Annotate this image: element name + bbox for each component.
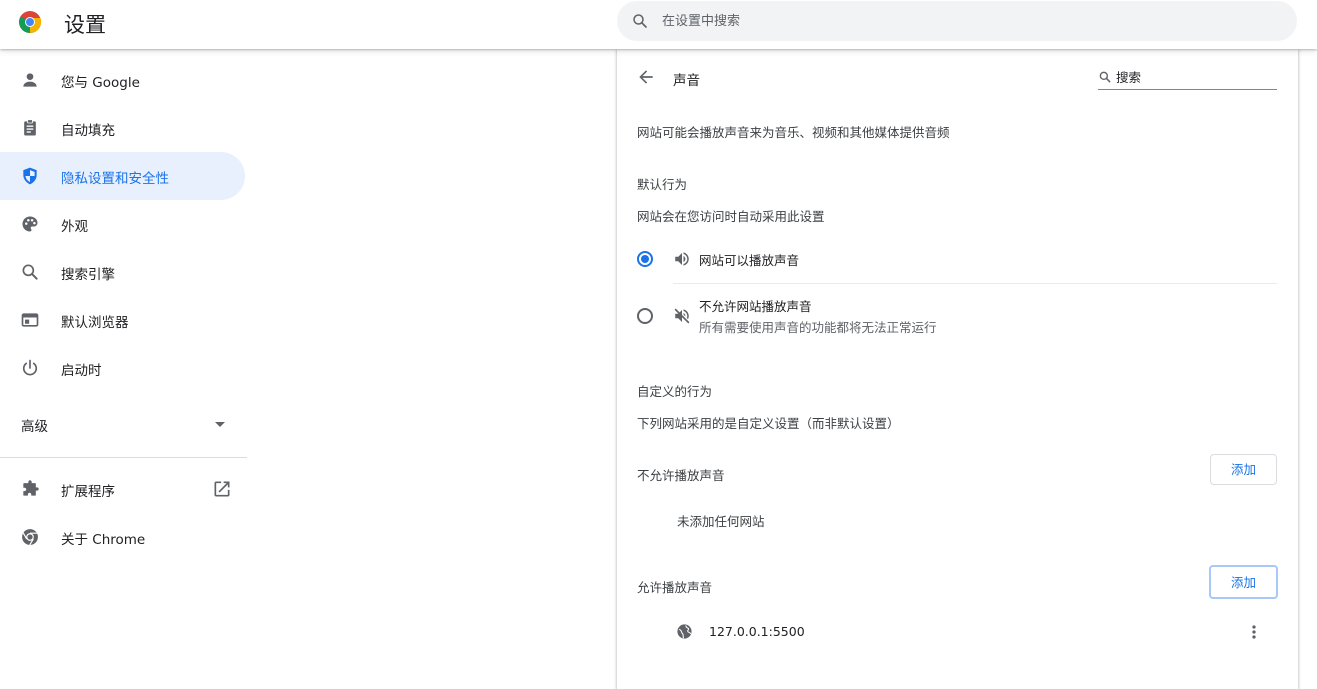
search-icon — [1099, 71, 1111, 83]
search-icon — [22, 264, 38, 280]
palette-icon — [22, 216, 38, 232]
add-blocked-site-button[interactable]: 添加 — [1210, 454, 1277, 485]
sidebar-item-label: 自动填充 — [61, 123, 115, 139]
sidebar-item-label: 默认浏览器 — [61, 315, 129, 331]
blocked-sites-heading: 不允许播放声音 — [637, 468, 725, 483]
browser-window-icon — [21, 313, 39, 327]
sidebar-item-label: 关于 Chrome — [61, 532, 146, 548]
sidebar-item-appearance[interactable]: 外观 — [0, 200, 245, 248]
sidebar-item-autofill[interactable]: 自动填充 — [0, 104, 245, 152]
page-title: 声音 — [673, 73, 700, 89]
sound-search[interactable] — [1098, 66, 1277, 90]
puzzle-icon — [23, 480, 39, 496]
sidebar-item-on-startup[interactable]: 启动时 — [0, 344, 245, 392]
power-icon — [22, 359, 38, 376]
sidebar-item-label: 外观 — [61, 219, 88, 235]
search-icon — [633, 14, 647, 28]
option-block-label[interactable]: 不允许网站播放声音 — [699, 296, 812, 315]
app-title: 设置 — [64, 13, 106, 37]
radio-allow-sound[interactable] — [637, 251, 653, 267]
person-icon — [23, 73, 37, 87]
volume-off-icon — [674, 308, 690, 324]
sidebar-item-you-and-google[interactable]: 您与 Google — [0, 56, 245, 104]
sound-search-input[interactable] — [1116, 66, 1276, 88]
clipboard-icon — [24, 119, 36, 136]
shield-icon — [23, 167, 37, 185]
caret-down-icon — [215, 422, 225, 427]
back-arrow-icon[interactable] — [636, 67, 656, 87]
settings-search-input[interactable] — [662, 1, 1262, 41]
allowed-sites-heading: 允许播放声音 — [637, 580, 713, 595]
sound-settings-card: 声音 网站可能会播放声音来为音乐、视频和其他媒体提供音频 默认行为 网站会在您访… — [617, 49, 1298, 689]
sidebar-item-default-browser[interactable]: 默认浏览器 — [0, 296, 245, 344]
sidebar-item-label: 搜索引擎 — [61, 267, 115, 283]
sidebar-item-label: 启动时 — [61, 363, 102, 379]
settings-search[interactable] — [617, 1, 1297, 41]
option-allow-label[interactable]: 网站可以播放声音 — [699, 250, 799, 269]
advanced-label: 高级 — [21, 419, 48, 435]
custom-behavior-desc: 下列网站采用的是自定义设置（而非默认设置） — [637, 416, 900, 431]
open-in-new-icon[interactable] — [212, 479, 232, 499]
radio-block-sound[interactable] — [637, 308, 653, 324]
chrome-logo-icon — [19, 11, 42, 34]
top-bar: 设置 — [0, 0, 1317, 49]
custom-behavior-heading: 自定义的行为 — [637, 384, 713, 399]
option-block-desc: 所有需要使用声音的功能都将无法正常运行 — [699, 320, 937, 335]
default-behavior-heading: 默认行为 — [637, 177, 688, 192]
blocked-sites-empty: 未添加任何网站 — [677, 514, 765, 529]
sidebar-item-privacy-security[interactable]: 隐私设置和安全性 — [0, 152, 245, 200]
sidebar-item-about-chrome[interactable]: 关于 Chrome — [0, 513, 245, 561]
sidebar-item-label: 扩展程序 — [61, 484, 115, 500]
sidebar-advanced-toggle[interactable]: 高级 — [0, 400, 245, 448]
sidebar-item-search-engine[interactable]: 搜索引擎 — [0, 248, 245, 296]
allowed-site-origin: 127.0.0.1:5500 — [709, 624, 805, 639]
more-vert-icon[interactable] — [1244, 622, 1264, 642]
chrome-icon — [22, 529, 38, 546]
sidebar-item-label: 您与 Google — [61, 75, 140, 91]
sidebar-item-extensions[interactable]: 扩展程序 — [0, 465, 245, 513]
globe-icon — [677, 624, 692, 639]
option-separator — [673, 283, 1277, 284]
default-behavior-desc: 网站会在您访问时自动采用此设置 — [637, 209, 825, 224]
add-allowed-site-button[interactable]: 添加 — [1209, 565, 1278, 599]
sidebar-item-label: 隐私设置和安全性 — [61, 171, 169, 187]
sidebar-divider — [0, 457, 247, 458]
volume-up-icon — [675, 252, 689, 266]
sound-description: 网站可能会播放声音来为音乐、视频和其他媒体提供音频 — [637, 125, 950, 140]
